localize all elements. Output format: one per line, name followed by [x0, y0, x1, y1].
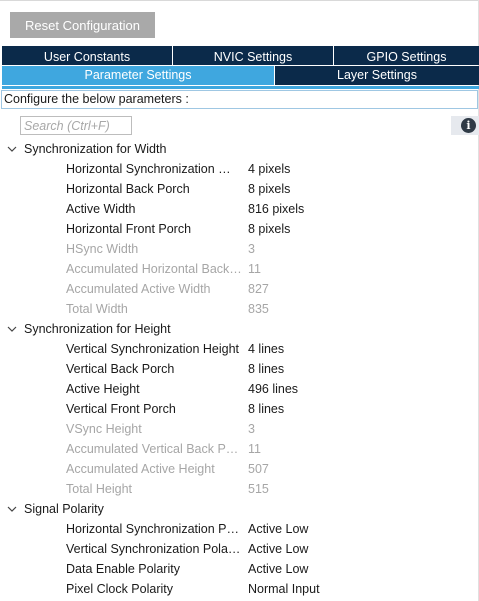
param-value: 827	[248, 282, 269, 296]
param-value[interactable]: Active Low	[248, 522, 308, 536]
param-name: Vertical Front Porch	[66, 402, 176, 416]
param-row-hsync-width: HSync Width 3	[0, 239, 479, 259]
param-name: Data Enable Polarity	[66, 562, 180, 576]
param-value: 3	[248, 422, 255, 436]
param-value[interactable]: 496 lines	[248, 382, 298, 396]
param-value[interactable]: 8 pixels	[248, 182, 290, 196]
param-row-vertical-back-porch[interactable]: Vertical Back Porch 8 lines	[0, 359, 479, 379]
param-row-active-width[interactable]: Active Width 816 pixels	[0, 199, 479, 219]
param-name: Total Width	[66, 302, 128, 316]
param-name: Accumulated Active Height	[66, 462, 215, 476]
param-value: 515	[248, 482, 269, 496]
param-value[interactable]: Active Low	[248, 562, 308, 576]
param-row-total-width: Total Width 835	[0, 299, 479, 319]
param-value[interactable]: 8 lines	[248, 402, 284, 416]
param-name: Horizontal Back Porch	[66, 182, 190, 196]
tab-bar-top: User Constants NVIC Settings GPIO Settin…	[2, 46, 479, 65]
param-value: 3	[248, 242, 255, 256]
group-header-signal-polarity[interactable]: Signal Polarity	[0, 499, 479, 519]
parameter-tree: Synchronization for Width Horizontal Sync…	[0, 139, 479, 599]
tab-nvic-settings[interactable]: NVIC Settings	[173, 46, 334, 65]
param-value[interactable]: 4 pixels	[248, 162, 290, 176]
param-row-horizontal-back-porch[interactable]: Horizontal Back Porch 8 pixels	[0, 179, 479, 199]
param-row-horizontal-front-porch[interactable]: Horizontal Front Porch 8 pixels	[0, 219, 479, 239]
param-name: Pixel Clock Polarity	[66, 582, 173, 596]
param-name: VSync Height	[66, 422, 142, 436]
param-name: HSync Width	[66, 242, 139, 256]
param-row-vertical-synchronization-height[interactable]: Vertical Synchronization Height 4 lines	[0, 339, 479, 359]
param-row-horizontal-synchronization-polarity[interactable]: Horizontal Synchronization Polarity Activ…	[0, 519, 479, 539]
param-name: Vertical Back Porch	[66, 362, 175, 376]
param-row-vsync-height: VSync Height 3	[0, 419, 479, 439]
param-name: Accumulated Active Width	[66, 282, 211, 296]
group-label: Synchronization for Height	[24, 322, 171, 336]
tab-layer-settings[interactable]: Layer Settings	[275, 66, 479, 85]
group-label: Synchronization for Width	[24, 142, 167, 156]
param-row-accumulated-horizontal-back-porch: Accumulated Horizontal Back Porch 11	[0, 259, 479, 279]
param-value: 11	[248, 442, 261, 456]
param-row-vertical-front-porch[interactable]: Vertical Front Porch 8 lines	[0, 399, 479, 419]
param-value[interactable]: 8 lines	[248, 362, 284, 376]
chevron-down-icon[interactable]	[6, 503, 18, 515]
param-value[interactable]: 4 lines	[248, 342, 284, 356]
info-button[interactable]: i	[451, 116, 479, 135]
reset-configuration-button[interactable]: Reset Configuration	[10, 12, 155, 38]
param-row-active-height[interactable]: Active Height 496 lines	[0, 379, 479, 399]
top-border	[0, 0, 478, 1]
param-value[interactable]: Active Low	[248, 542, 308, 556]
search-input[interactable]	[20, 116, 132, 135]
param-row-accumulated-vertical-back-porch: Accumulated Vertical Back Porch 11	[0, 439, 479, 459]
chevron-down-icon[interactable]	[6, 323, 18, 335]
tab-bar-bottom: Parameter Settings Layer Settings	[2, 66, 479, 85]
param-name: Horizontal Synchronization Width	[66, 162, 242, 176]
param-value: 11	[248, 262, 261, 276]
group-header-synchronization-for-width[interactable]: Synchronization for Width	[0, 139, 479, 159]
param-name: Active Height	[66, 382, 140, 396]
param-row-vertical-synchronization-polarity[interactable]: Vertical Synchronization Polarity Active …	[0, 539, 479, 559]
param-name: Horizontal Synchronization Polarity	[66, 522, 242, 536]
tab-parameter-settings[interactable]: Parameter Settings	[2, 66, 275, 85]
param-value[interactable]: Normal Input	[248, 582, 320, 596]
param-row-accumulated-active-width: Accumulated Active Width 827	[0, 279, 479, 299]
chevron-down-icon[interactable]	[6, 143, 18, 155]
param-row-horizontal-synchronization-width[interactable]: Horizontal Synchronization Width 4 pixels	[0, 159, 479, 179]
param-value[interactable]: 8 pixels	[248, 222, 290, 236]
group-header-synchronization-for-height[interactable]: Synchronization for Height	[0, 319, 479, 339]
active-tab-underline	[2, 86, 479, 89]
param-name: Total Height	[66, 482, 133, 496]
param-value: 835	[248, 302, 269, 316]
param-row-pixel-clock-polarity[interactable]: Pixel Clock Polarity Normal Input	[0, 579, 479, 599]
tab-gpio-settings[interactable]: GPIO Settings	[334, 46, 479, 65]
param-value: 507	[248, 462, 269, 476]
param-row-data-enable-polarity[interactable]: Data Enable Polarity Active Low	[0, 559, 479, 579]
param-name: Vertical Synchronization Polarity	[66, 542, 242, 556]
configure-instructions: Configure the below parameters :	[1, 90, 478, 109]
param-name: Accumulated Vertical Back Porch	[66, 442, 242, 456]
param-name: Horizontal Front Porch	[66, 222, 192, 236]
param-row-total-height: Total Height 515	[0, 479, 479, 499]
info-icon: i	[461, 118, 476, 133]
param-name: Active Width	[66, 202, 136, 216]
group-label: Signal Polarity	[24, 502, 104, 516]
param-name: Accumulated Horizontal Back Porch	[66, 262, 242, 276]
param-row-accumulated-active-height: Accumulated Active Height 507	[0, 459, 479, 479]
param-name: Vertical Synchronization Height	[66, 342, 240, 356]
param-value[interactable]: 816 pixels	[248, 202, 304, 216]
tab-user-constants[interactable]: User Constants	[2, 46, 173, 65]
